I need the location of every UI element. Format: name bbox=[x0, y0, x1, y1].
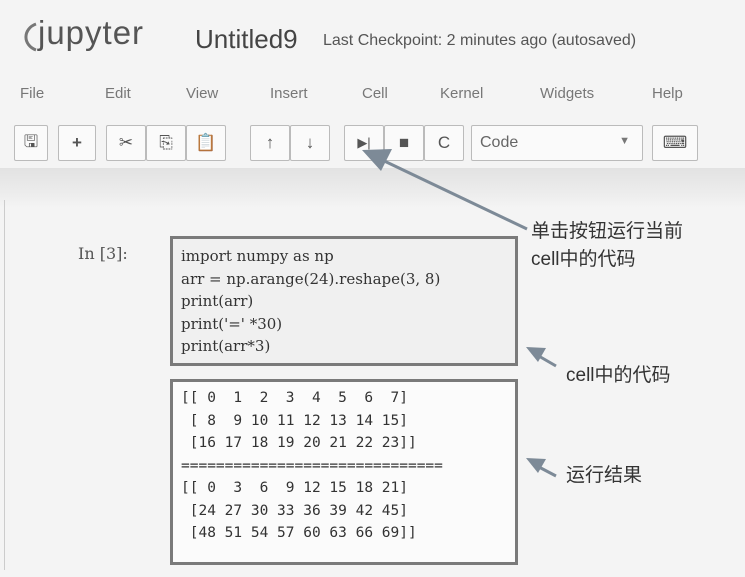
annotation-arrows bbox=[362, 149, 557, 478]
arrow-line bbox=[377, 156, 528, 231]
arrow-head bbox=[362, 149, 392, 171]
